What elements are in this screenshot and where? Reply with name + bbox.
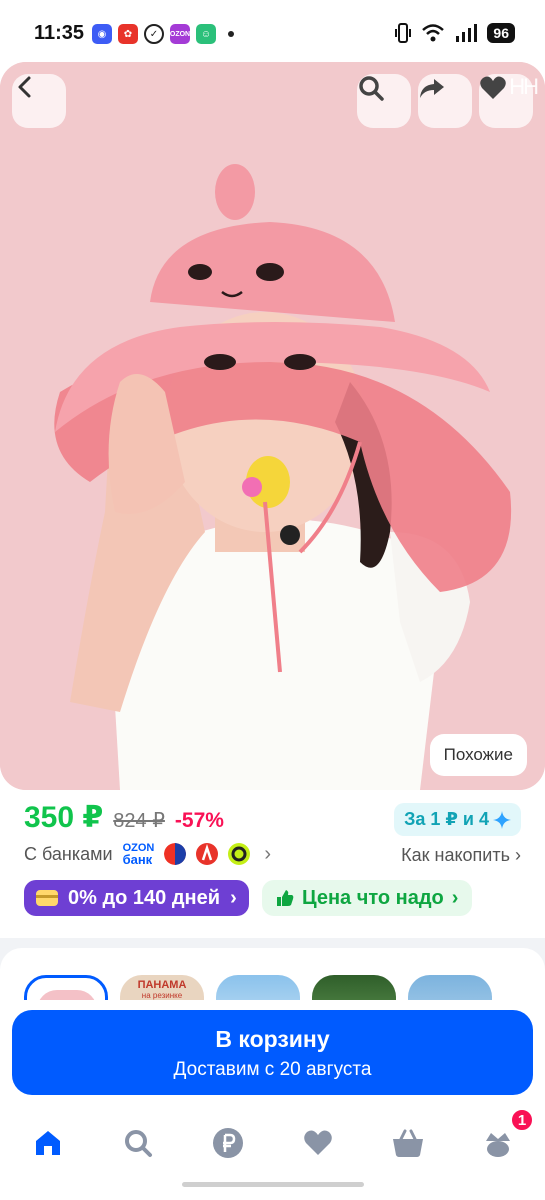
otp-bank-icon bbox=[228, 843, 251, 865]
bank-logos: OZON банк bbox=[122, 843, 251, 867]
cart-count-badge: 1 bbox=[510, 1108, 534, 1132]
sparkle-icon bbox=[493, 810, 511, 829]
chevron-right-icon: › bbox=[264, 842, 272, 865]
chevron-right-icon: › bbox=[515, 845, 521, 865]
current-price: 350 ₽ bbox=[24, 801, 104, 834]
check-icon: ✓ bbox=[144, 24, 164, 44]
search-icon bbox=[359, 76, 384, 101]
ozon-red-icon: ✿ bbox=[118, 24, 138, 44]
discount-badge: -57% bbox=[174, 809, 224, 832]
product-photo bbox=[0, 62, 545, 790]
battery-level: 96 bbox=[487, 23, 515, 43]
notification-dot bbox=[228, 31, 234, 37]
thumbs-up-icon bbox=[277, 890, 294, 906]
cart-icon bbox=[393, 1129, 423, 1157]
ozon-bank-logo: OZON банк bbox=[122, 843, 155, 867]
variant-thumb-text: ПАНАМА bbox=[137, 979, 187, 991]
similar-button[interactable]: Похожие bbox=[429, 734, 527, 776]
good-price-label: Цена что надо bbox=[302, 886, 444, 909]
back-arrow-icon bbox=[18, 76, 31, 98]
status-bar: 11:35 ◉ ✿ ✓ OZON ☺ 96 bbox=[0, 0, 545, 64]
alfa-bank-icon bbox=[164, 843, 187, 865]
wifi-icon bbox=[422, 24, 445, 42]
favorites-icon bbox=[304, 1130, 332, 1155]
watermark: НН bbox=[509, 74, 539, 99]
installment-button[interactable]: 0% до 140 дней › bbox=[24, 880, 249, 916]
chevron-right-icon: › bbox=[230, 886, 237, 909]
nav-finance[interactable] bbox=[204, 1119, 252, 1167]
nav-home[interactable] bbox=[24, 1119, 72, 1167]
share-icon bbox=[420, 79, 444, 98]
heart-icon bbox=[480, 76, 506, 99]
home-indicator[interactable] bbox=[182, 1182, 364, 1187]
good-price-button[interactable]: Цена что надо › bbox=[262, 880, 473, 916]
variant-thumb-subtext: на резинке bbox=[141, 991, 183, 1000]
game-icon: ☺ bbox=[196, 24, 216, 44]
add-to-cart-button[interactable]: В корзину Доставим с 20 августа bbox=[12, 1010, 533, 1095]
delivery-date: Доставим с 20 августа bbox=[173, 1059, 372, 1080]
chevron-right-icon: › bbox=[451, 886, 459, 909]
ozon-icon: OZON bbox=[170, 24, 190, 44]
price-row: 350 ₽ 824 ₽ -57% bbox=[24, 800, 224, 835]
nav-favorites[interactable] bbox=[294, 1119, 342, 1167]
banks-label: С банками bbox=[24, 843, 113, 864]
status-app-icons: ◉ ✿ ✓ OZON ☺ bbox=[92, 24, 234, 44]
how-to-save-label: Как накопить bbox=[401, 845, 510, 865]
ozon-bank-line2: банк bbox=[122, 852, 153, 867]
vk-icon: ◉ bbox=[92, 24, 112, 44]
installment-label: 0% до 140 дней bbox=[68, 886, 221, 909]
search-button[interactable] bbox=[357, 74, 411, 128]
profile-icon bbox=[486, 1133, 510, 1157]
sovcom-bank-icon bbox=[196, 843, 219, 865]
vibrate-icon bbox=[395, 23, 412, 43]
card-icon bbox=[36, 890, 58, 906]
old-price: 824 ₽ bbox=[113, 810, 165, 832]
points-promo-badge[interactable]: За 1 ₽ и 4 bbox=[394, 803, 521, 836]
promo-label: За 1 ₽ и 4 bbox=[404, 809, 489, 829]
status-time: 11:35 bbox=[34, 22, 85, 44]
nav-cart[interactable] bbox=[384, 1119, 432, 1167]
how-to-save-link[interactable]: Как накопить › bbox=[401, 845, 521, 866]
share-button[interactable] bbox=[418, 74, 472, 128]
product-image[interactable]: НН Похожие bbox=[0, 62, 545, 790]
back-button[interactable] bbox=[12, 74, 66, 128]
ruble-icon bbox=[213, 1128, 243, 1158]
nav-search[interactable] bbox=[114, 1119, 162, 1167]
home-icon bbox=[36, 1131, 60, 1155]
search-icon bbox=[125, 1130, 152, 1157]
signal-icon bbox=[456, 24, 478, 42]
add-to-cart-label: В корзину bbox=[215, 1026, 330, 1052]
status-indicators: 96 bbox=[395, 22, 515, 44]
